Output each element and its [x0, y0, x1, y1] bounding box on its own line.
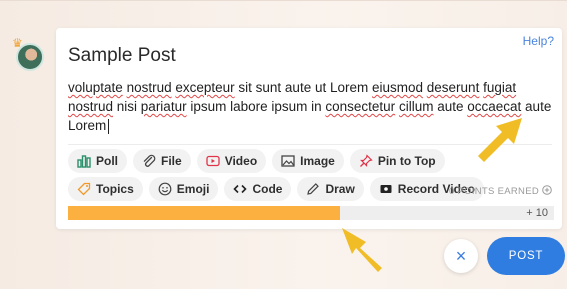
- close-button[interactable]: ×: [444, 239, 478, 273]
- body-text-run: aute: [433, 99, 468, 114]
- file-button[interactable]: File: [133, 149, 191, 173]
- video-icon: [206, 154, 220, 168]
- poll-button[interactable]: Poll: [68, 149, 128, 173]
- bonus-points: + 10: [526, 207, 548, 219]
- pin-icon: [359, 154, 373, 168]
- annotation-arrow-up-left-icon: [342, 228, 382, 272]
- crown-icon: ♛: [12, 36, 23, 50]
- top-border: [0, 0, 567, 1]
- file-label: File: [161, 154, 182, 168]
- record-video-icon: [379, 182, 393, 196]
- misspelled-word[interactable]: eiusmod: [372, 80, 423, 95]
- post-button-label: POST: [508, 250, 544, 262]
- tag-icon: [77, 182, 91, 196]
- poll-label: Poll: [96, 154, 119, 168]
- topics-button[interactable]: Topics: [68, 177, 143, 201]
- video-label: Video: [224, 154, 258, 168]
- post-title[interactable]: Sample Post: [68, 45, 176, 67]
- code-icon: [233, 182, 248, 196]
- misspelled-word[interactable]: fugiat: [483, 80, 516, 95]
- image-icon: [281, 154, 295, 168]
- image-button[interactable]: Image: [272, 149, 344, 173]
- misspelled-word[interactable]: nostrud: [68, 99, 113, 114]
- misspelled-word[interactable]: consectetur: [325, 99, 395, 114]
- plus-circle-icon[interactable]: [542, 185, 552, 198]
- text-caret: [108, 118, 110, 134]
- misspelled-word[interactable]: nostrud: [127, 80, 172, 95]
- misspelled-word[interactable]: voluptate: [68, 80, 123, 95]
- paperclip-icon: [142, 154, 156, 168]
- points-progress-bar: + 10: [68, 206, 554, 220]
- points-earned-label: 0 POINTS EARNED: [448, 186, 539, 197]
- close-icon: ×: [455, 245, 467, 266]
- misspelled-word[interactable]: deserunt: [427, 80, 480, 95]
- topics-label: Topics: [96, 182, 134, 196]
- post-button[interactable]: POST: [487, 237, 565, 275]
- pin-to-top-button[interactable]: Pin to Top: [349, 149, 445, 173]
- pin-to-top-label: Pin to Top: [377, 154, 436, 168]
- body-text-run: sit sunt aute ut Lorem: [234, 80, 372, 95]
- progress-fill: [68, 206, 341, 220]
- toolbar-row-1: Poll File Video Image Pin to Top: [68, 149, 445, 173]
- pencil-icon: [306, 182, 320, 196]
- code-button[interactable]: Code: [224, 177, 292, 201]
- code-label: Code: [252, 182, 283, 196]
- toolbar-row-2: Topics Emoji Code Draw Record Video: [68, 177, 484, 201]
- poll-icon: [77, 154, 91, 168]
- misspelled-word[interactable]: excepteur: [175, 80, 234, 95]
- misspelled-word[interactable]: pariatur: [141, 99, 187, 114]
- image-label: Image: [300, 154, 335, 168]
- avatar[interactable]: ♛: [12, 37, 44, 71]
- video-button[interactable]: Video: [196, 149, 267, 173]
- annotation-arrow-up-right-icon: [478, 118, 522, 162]
- points-earned: 0 POINTS EARNED: [449, 185, 552, 198]
- emoji-label: Emoji: [176, 182, 210, 196]
- body-text-run: ipsum labore ipsum in: [186, 99, 326, 114]
- draw-button[interactable]: Draw: [297, 177, 364, 201]
- misspelled-word[interactable]: cillum: [399, 99, 434, 114]
- body-text-run: nisi: [113, 99, 141, 114]
- help-link[interactable]: Help?: [523, 34, 554, 48]
- draw-label: Draw: [325, 182, 355, 196]
- emoji-icon: [158, 182, 172, 196]
- emoji-button[interactable]: Emoji: [148, 177, 219, 201]
